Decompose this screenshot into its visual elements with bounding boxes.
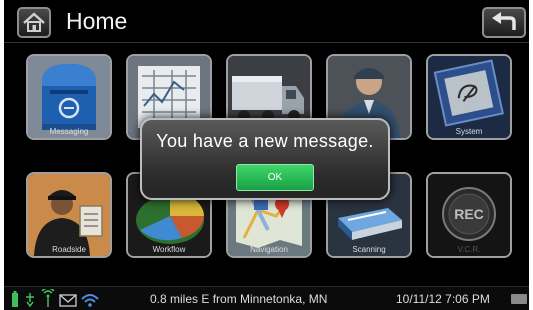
new-message-dialog: You have a new message. OK xyxy=(140,118,390,200)
tile-label: Navigation xyxy=(250,245,288,254)
status-bar: 0.8 miles E from Minnetonka, MN 10/11/12… xyxy=(4,286,529,310)
tile-roadside[interactable]: Roadside xyxy=(26,172,112,258)
tile-label: Roadside xyxy=(52,245,86,254)
tile-label: Workflow xyxy=(152,245,186,254)
officer-clipboard-icon xyxy=(28,174,110,256)
location-status: 0.8 miles E from Minnetonka, MN xyxy=(150,292,328,306)
ok-button[interactable]: OK xyxy=(236,164,314,191)
rec-icon: REC xyxy=(428,174,510,256)
status-icons xyxy=(12,289,99,308)
tile-label: Messaging xyxy=(49,127,89,136)
page-title: Home xyxy=(66,8,128,34)
wifi-icon xyxy=(81,294,99,307)
house-icon xyxy=(23,12,45,32)
device-screen: Home Messaging System Roadside Workflow … xyxy=(4,0,529,310)
gps-icon xyxy=(26,293,34,308)
datetime-status: 10/11/12 7:06 PM xyxy=(396,292,490,306)
rec-text: REC xyxy=(454,206,484,222)
header-divider xyxy=(4,42,529,43)
envelope-icon xyxy=(59,294,77,307)
battery-icon xyxy=(12,291,18,307)
tile-label: Scanning xyxy=(352,245,386,254)
home-button[interactable] xyxy=(17,7,51,38)
back-arrow-icon xyxy=(492,12,516,30)
dialog-message: You have a new message. xyxy=(156,131,374,151)
tile-messaging[interactable]: Messaging xyxy=(26,54,112,140)
mailbox-icon xyxy=(28,56,110,138)
tile-label: System xyxy=(455,127,483,136)
tile-system[interactable]: System xyxy=(426,54,512,140)
tile-vcr[interactable]: REC V.C.R. xyxy=(426,172,512,258)
signal-icon xyxy=(41,289,55,307)
chip-icon xyxy=(428,56,510,138)
back-button[interactable] xyxy=(482,7,526,38)
keyboard-icon[interactable] xyxy=(511,294,527,304)
tile-label: V.C.R. xyxy=(457,245,481,254)
